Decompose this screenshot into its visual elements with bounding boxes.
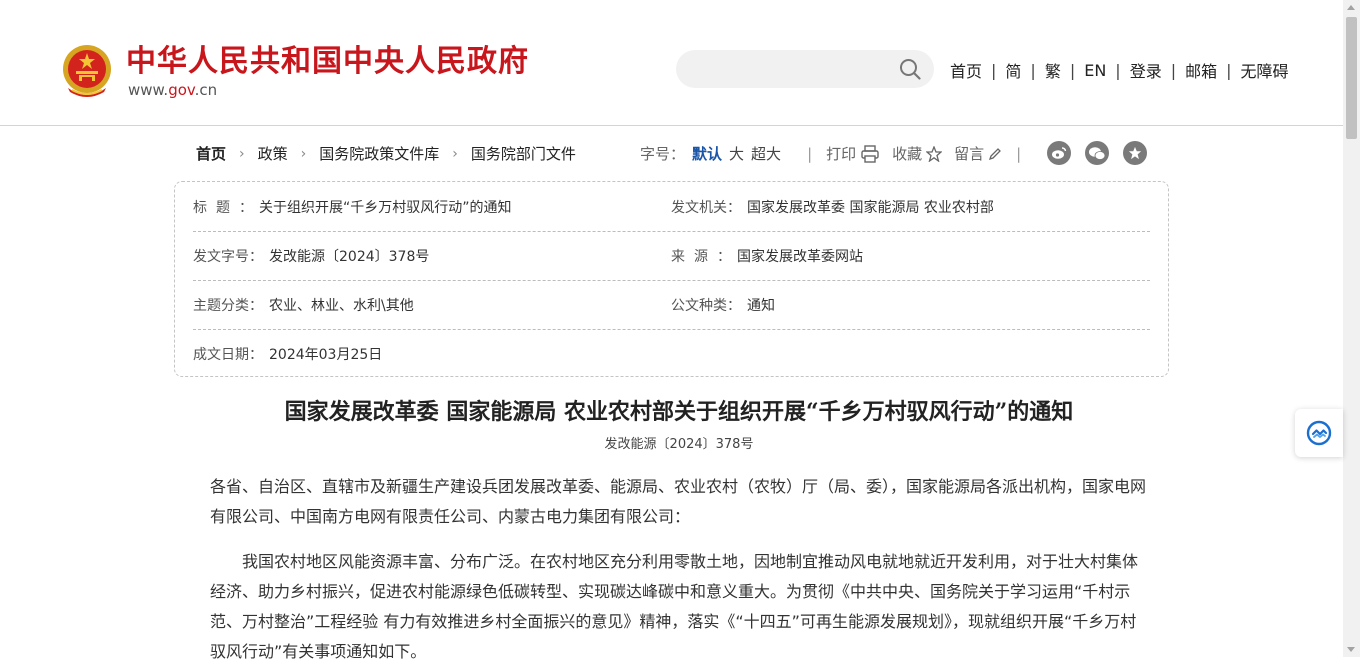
- chevron-right-icon: ›: [452, 145, 458, 162]
- tools-divider: |: [1016, 144, 1022, 163]
- breadcrumb-home[interactable]: 首页: [196, 143, 226, 164]
- favorite-button[interactable]: 收藏: [892, 143, 943, 164]
- info-row: 标题： 关于组织开展“千乡万村驭风行动”的通知 发文机关： 国家发展改革委 国家能源…: [193, 182, 1150, 232]
- domain-prefix: www.: [128, 81, 169, 99]
- info-topic-value: 农业、林业、水利\其他: [269, 298, 414, 314]
- nav-mail[interactable]: 邮箱: [1185, 58, 1217, 82]
- nav-home[interactable]: 首页: [950, 58, 982, 82]
- breadcrumb-department-docs[interactable]: 国务院部门文件: [471, 143, 576, 164]
- scroll-up-arrow-icon[interactable]: [1347, 5, 1355, 10]
- info-title-label: 标题：: [193, 200, 253, 216]
- info-title-value: 关于组织开展“千乡万村驭风行动”的通知: [259, 200, 512, 216]
- info-date-value: 2024年03月25日: [269, 347, 383, 363]
- font-size-default[interactable]: 默认: [692, 143, 722, 164]
- article-tools: 字号： 默认 大 超大 | 打印 收藏 留言 |: [640, 143, 1021, 164]
- font-size-xlarge[interactable]: 超大: [751, 143, 781, 164]
- nav-separator: |: [1170, 60, 1177, 80]
- nav-accessibility[interactable]: 无障碍: [1241, 58, 1289, 82]
- info-doc-no: 发文字号： 发改能源〔2024〕378号: [193, 246, 429, 266]
- domain-suffix: .cn: [194, 81, 218, 99]
- printer-icon: [861, 144, 879, 163]
- breadcrumb: 首页 › 政策 › 国务院政策文件库 › 国务院部门文件: [196, 143, 576, 164]
- national-emblem-icon[interactable]: [62, 44, 112, 98]
- info-source: 来源： 国家发展改革委网站: [671, 246, 863, 266]
- info-title: 标题： 关于组织开展“千乡万村驭风行动”的通知: [193, 197, 512, 217]
- search-box: [676, 50, 934, 90]
- nav-simplified[interactable]: 简: [1005, 58, 1021, 82]
- site-header: 中华人民共和国中央人民政府 www.gov.cn 首页 | 简 | 繁 | EN…: [0, 0, 1343, 126]
- site-domain: www.gov.cn: [128, 81, 217, 99]
- info-topic: 主题分类： 农业、林业、水利\其他: [193, 295, 414, 315]
- scroll-down-arrow-icon[interactable]: [1347, 647, 1355, 652]
- print-label: 打印: [826, 145, 857, 163]
- article-doc-number: 发改能源〔2024〕378号: [604, 437, 754, 452]
- info-date-label: 成文日期：: [193, 347, 263, 363]
- font-size-large[interactable]: 大: [729, 143, 744, 164]
- info-genre: 公文种类： 通知: [671, 295, 775, 315]
- nav-english[interactable]: EN: [1084, 61, 1106, 80]
- article-paragraph: 各省、自治区、直辖市及新疆生产建设兵团发展改革委、能源局、农业农村（农牧）厅（局…: [210, 477, 1147, 526]
- nav-separator: |: [1069, 60, 1076, 80]
- share-icons: [1047, 141, 1161, 165]
- breadcrumb-policy[interactable]: 政策: [258, 143, 288, 164]
- info-issuer: 发文机关： 国家发展改革委 国家能源局 农业农村部: [671, 197, 994, 217]
- domain-gov: gov: [168, 81, 195, 99]
- chevron-right-icon: ›: [239, 145, 245, 162]
- wechat-glyph-icon: [1089, 146, 1106, 160]
- info-source-label: 来源：: [671, 249, 731, 265]
- info-row: 发文字号： 发改能源〔2024〕378号 来源： 国家发展改革委网站: [193, 231, 1150, 281]
- info-issuer-value: 国家发展改革委 国家能源局 农业农村部: [747, 200, 994, 216]
- comment-label: 留言: [954, 145, 985, 163]
- nav-traditional[interactable]: 繁: [1045, 58, 1061, 82]
- info-row: 成文日期： 2024年03月25日: [193, 329, 1150, 378]
- search-icon[interactable]: [899, 58, 921, 80]
- breadcrumb-policy-library[interactable]: 国务院政策文件库: [319, 143, 439, 164]
- top-nav: 首页 | 简 | 繁 | EN | 登录 | 邮箱 | 无障碍: [950, 58, 1289, 82]
- wechat-icon[interactable]: [1085, 141, 1109, 165]
- tools-divider: |: [807, 144, 813, 163]
- weibo-glyph-icon: [1052, 147, 1067, 159]
- scrollbar-thumb[interactable]: [1346, 17, 1357, 139]
- info-doc-no-value: 发改能源〔2024〕378号: [269, 249, 430, 265]
- nav-separator: |: [1226, 60, 1232, 80]
- chevron-right-icon: ›: [300, 145, 307, 162]
- pencil-icon: [989, 147, 1002, 160]
- article-title: 国家发展改革委 国家能源局 农业农村部关于组织开展“千乡万村驭风行动”的通知: [284, 399, 1074, 425]
- info-topic-label: 主题分类：: [193, 298, 263, 314]
- info-genre-value: 通知: [747, 298, 775, 314]
- document-info-box: 标题： 关于组织开展“千乡万村驭风行动”的通知 发文机关： 国家发展改革委 国家能源…: [174, 181, 1169, 377]
- weibo-icon[interactable]: [1047, 141, 1071, 165]
- info-date: 成文日期： 2024年03月25日: [193, 344, 382, 364]
- nav-separator: |: [1115, 60, 1121, 80]
- info-issuer-label: 发文机关：: [671, 200, 741, 216]
- info-row: 主题分类： 农业、林业、水利\其他 公文种类： 通知: [193, 280, 1150, 330]
- star-glyph-icon: [1128, 146, 1142, 160]
- comment-button[interactable]: 留言: [954, 143, 1002, 164]
- site-title[interactable]: 中华人民共和国中央人民政府: [126, 44, 529, 80]
- nav-separator: |: [991, 60, 997, 80]
- search-input[interactable]: [694, 50, 892, 90]
- info-source-value: 国家发展改革委网站: [737, 249, 863, 265]
- font-size-label: 字号：: [640, 145, 686, 163]
- article-paragraph: 我国农村地区风能资源丰富、分布广泛。在农村地区充分利用零散土地，因地制宜推动风电…: [210, 552, 1139, 661]
- info-doc-no-label: 发文字号：: [193, 249, 263, 265]
- nav-separator: |: [1030, 60, 1036, 80]
- star-outline-icon: [926, 145, 943, 162]
- assistant-icon: [1306, 420, 1332, 446]
- floating-assistant-button[interactable]: [1295, 409, 1343, 457]
- favorite-label: 收藏: [892, 145, 923, 163]
- print-button[interactable]: 打印: [826, 143, 880, 164]
- nav-login[interactable]: 登录: [1130, 58, 1162, 82]
- page-scrollbar[interactable]: [1343, 0, 1360, 657]
- star-icon[interactable]: [1123, 141, 1147, 165]
- info-genre-label: 公文种类：: [671, 298, 741, 314]
